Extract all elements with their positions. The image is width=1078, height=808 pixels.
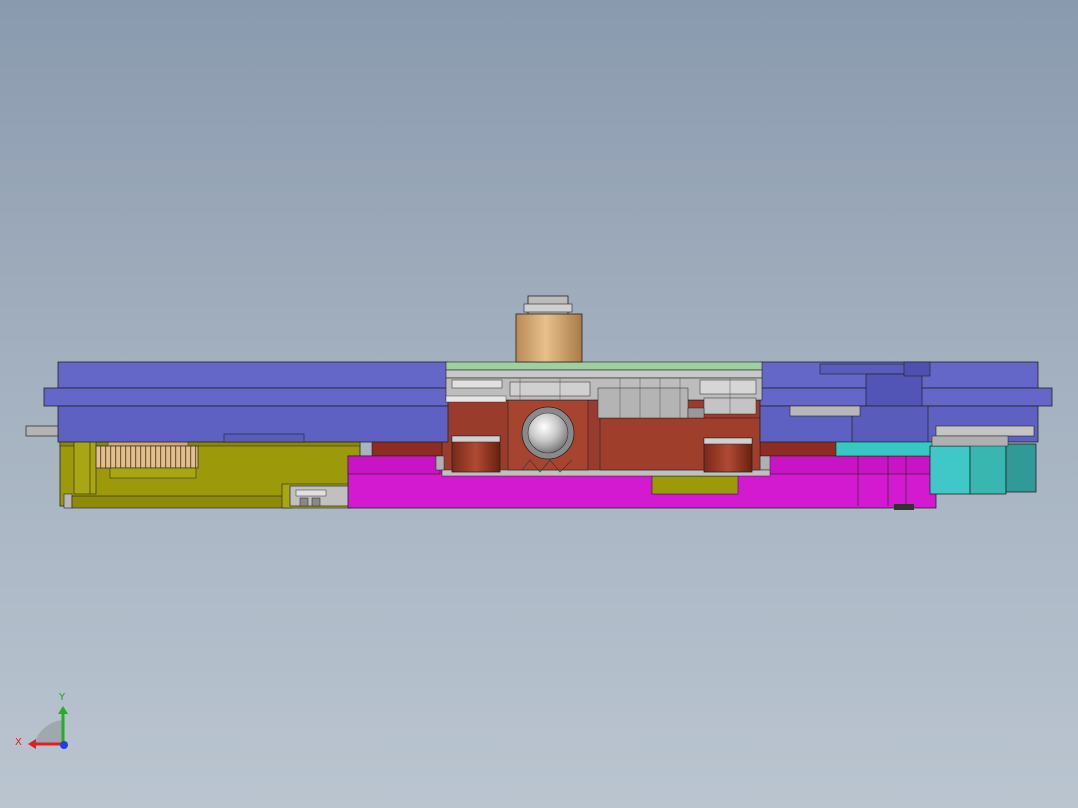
axis-triad: Y X — [15, 692, 68, 749]
x-axis-label: X — [15, 737, 22, 748]
blue-top-plate-left — [43, 361, 449, 443]
right-bearing — [703, 437, 753, 473]
left-bearing — [451, 435, 501, 473]
y-axis-label: Y — [58, 692, 66, 703]
cad-model-view[interactable]: Y X — [0, 0, 1078, 808]
z-axis-dot — [60, 741, 68, 749]
top-cylinder — [515, 295, 583, 363]
left-shaft — [25, 425, 63, 437]
screw-cluster — [289, 485, 351, 507]
graphics-viewport[interactable]: Y X — [0, 0, 1078, 808]
